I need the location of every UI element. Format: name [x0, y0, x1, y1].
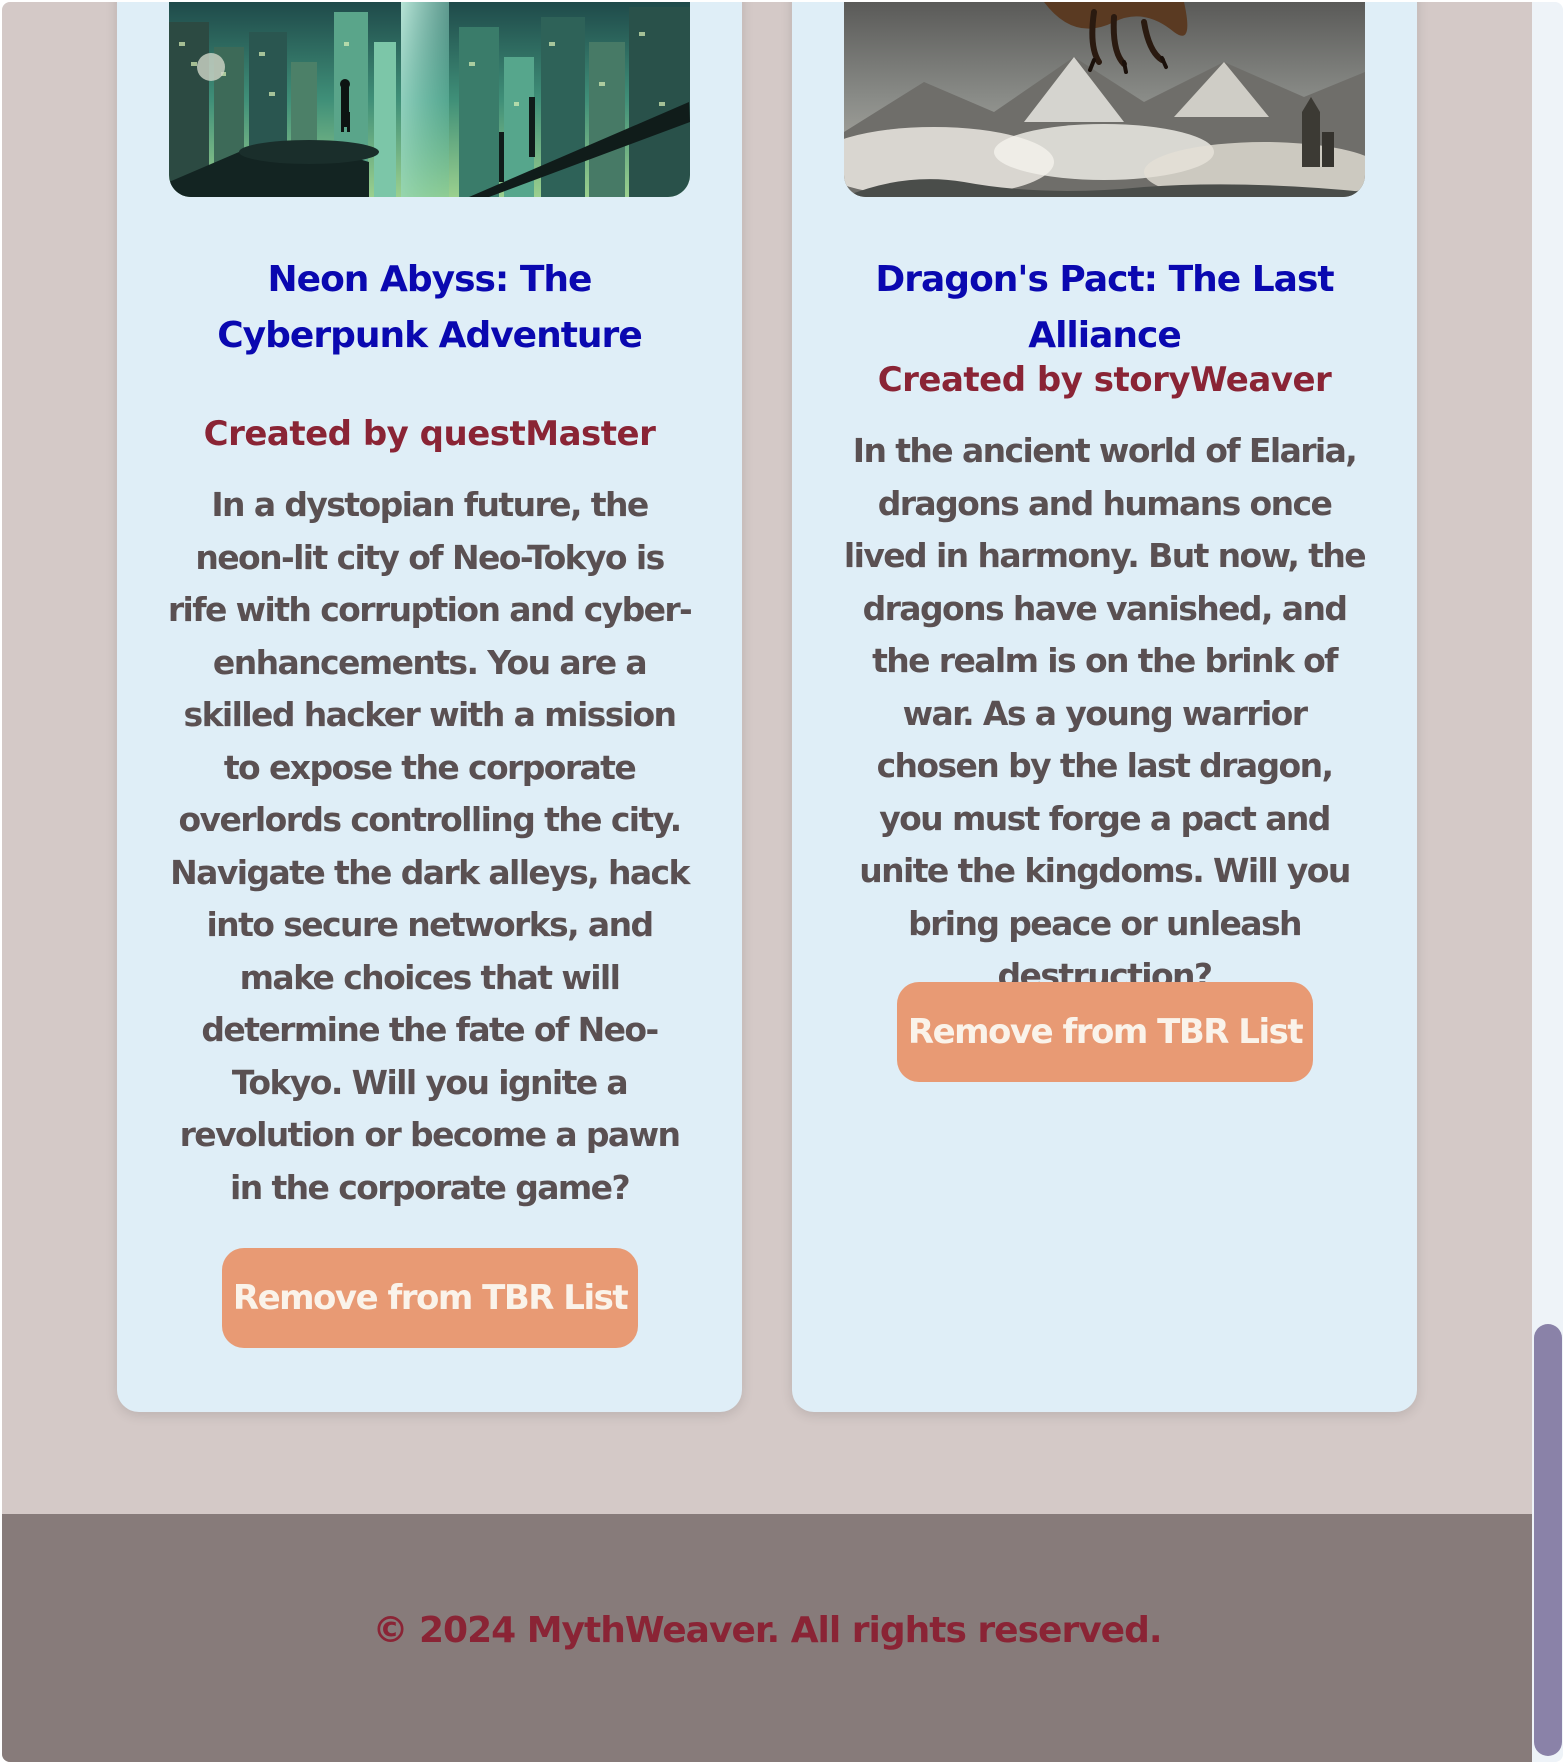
site-footer: © 2024 MythWeaver. All rights reserved.	[2, 1514, 1532, 1762]
dragon-over-mountains-illustration	[844, 2, 1365, 197]
scrollbar-thumb[interactable]	[1534, 1324, 1562, 1756]
story-card-neon-abyss: Neon Abyss: The Cyberpunk Adventure Crea…	[117, 2, 742, 1412]
footer-copyright: © 2024 MythWeaver. All rights reserved.	[372, 1610, 1162, 1651]
story-cover-image	[844, 2, 1365, 197]
cyberpunk-city-illustration	[169, 2, 690, 197]
story-author: Created by questMaster	[203, 414, 656, 454]
remove-from-tbr-button[interactable]: Remove from TBR List	[897, 982, 1313, 1082]
story-title[interactable]: Dragon's Pact: The Last Alliance	[852, 252, 1357, 364]
remove-from-tbr-button[interactable]: Remove from TBR List	[222, 1248, 638, 1348]
page-viewport: Neon Abyss: The Cyberpunk Adventure Crea…	[2, 2, 1532, 1762]
story-description: In the ancient world of Elaria, dragons …	[843, 431, 1367, 995]
story-title[interactable]: Neon Abyss: The Cyberpunk Adventure	[177, 252, 682, 364]
vertical-scrollbar[interactable]	[1532, 2, 1563, 1762]
story-card-dragons-pact: Dragon's Pact: The Last Alliance Created…	[792, 2, 1417, 1412]
story-author: Created by storyWeaver	[877, 360, 1332, 400]
story-description: In a dystopian future, the neon-lit city…	[167, 485, 693, 1207]
story-cover-image	[169, 2, 690, 197]
